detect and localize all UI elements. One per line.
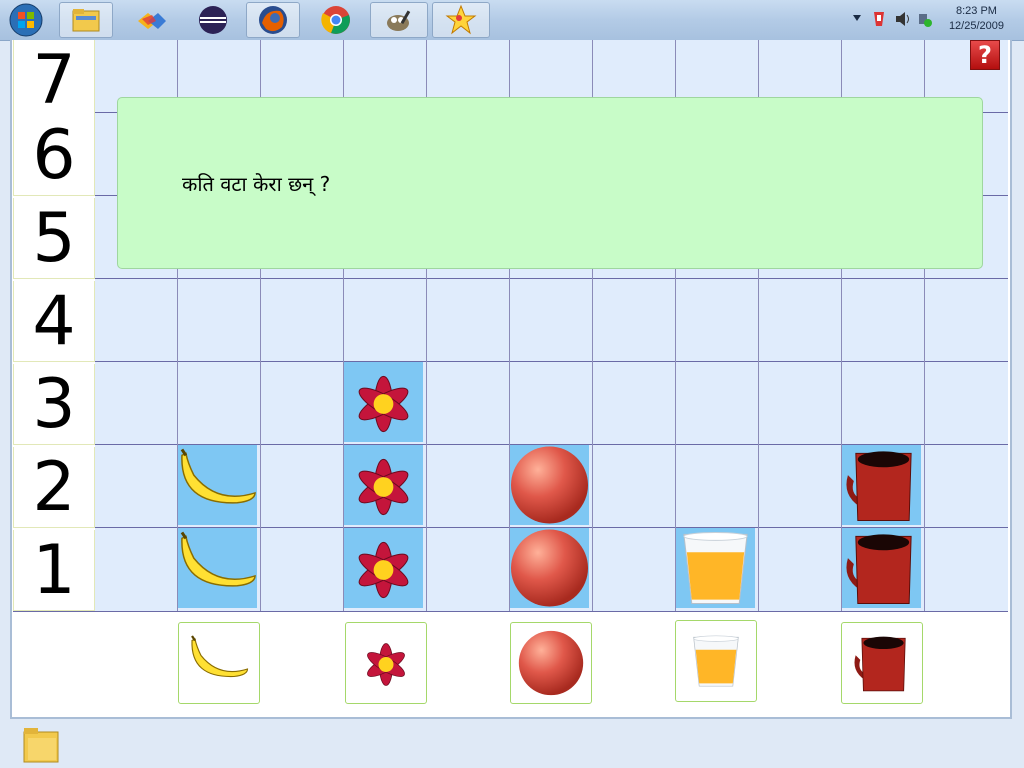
taskbar: 8:23 PM 12/25/2009 [0,0,1024,41]
bar-cell-juice [676,528,755,608]
baseline [13,611,1008,612]
question-box: कति वटा केरा छन् ? [117,97,983,269]
gimp-icon [387,10,411,31]
juice-glass-icon [693,635,739,687]
bar-cell-flower [344,362,423,442]
choice-mug-button[interactable] [841,622,923,704]
volume-icon[interactable] [894,10,912,28]
banana-icon [180,531,256,587]
star-icon [445,4,477,35]
choice-banana-button[interactable] [178,622,260,704]
flower-icon [358,458,409,516]
network-icon[interactable] [916,10,934,28]
choice-juice-button[interactable] [675,620,757,702]
firefox-icon [259,6,287,34]
help-button[interactable]: ? [970,40,1000,70]
kite-icon [138,13,166,29]
y-label-1: 1 [13,530,95,611]
mug-icon [846,534,912,605]
childsplay-taskbar-button[interactable] [124,2,178,38]
mug-icon [846,451,912,522]
bar-cell-ball [510,528,589,608]
bar-cell-ball [510,445,589,525]
y-label-3: 3 [13,364,95,445]
question-text: कति वटा केरा छन् ? [182,172,331,196]
eclipse-taskbar-button[interactable] [186,2,240,38]
flower-icon [358,375,409,433]
start-button[interactable] [0,2,52,38]
banana-icon [191,635,249,678]
chrome-taskbar-button[interactable] [309,2,363,38]
clock-time: 8:23 PM [955,5,997,17]
y-axis-labels: 7 6 5 4 3 2 1 [13,40,95,611]
grid-line [95,278,1008,279]
ball-icon [510,446,589,524]
bar-cell-banana [178,528,257,608]
flower-icon [367,643,405,686]
mug-icon [854,636,906,692]
chrome-icon [321,6,350,34]
bar-cell-flower [344,528,423,608]
folder-icon [72,9,100,32]
choice-ball-button[interactable] [510,622,592,704]
banana-icon [180,448,256,504]
bar-cell-flower [344,445,423,525]
choice-flower-button[interactable] [345,622,427,704]
juice-glass-icon [683,531,748,605]
windows-orb-icon [9,3,43,37]
y-label-7: 7 [13,40,95,121]
gimp-taskbar-button[interactable] [370,2,428,38]
bar-cell-mug [842,528,921,608]
system-tray: 8:23 PM 12/25/2009 [834,0,1024,40]
clock-date: 12/25/2009 [948,20,1004,32]
flower-icon [358,541,409,599]
ball-icon [518,630,584,696]
grid-line [95,361,1008,362]
explorer-taskbar-button[interactable] [59,2,113,38]
y-label-5: 5 [13,198,95,279]
show-hidden-icons-icon[interactable] [852,14,862,22]
ball-icon [510,529,589,607]
y-label-4: 4 [13,281,95,362]
firefox-taskbar-button[interactable] [246,2,300,38]
y-label-6: 6 [13,115,95,196]
bar-cell-mug [842,445,921,525]
action-center-icon[interactable] [872,10,886,28]
desktop-folder-icon[interactable] [20,724,64,764]
tuxmath-taskbar-button[interactable] [432,2,490,38]
eclipse-icon [199,6,227,34]
bar-cell-banana [178,445,257,525]
clock[interactable]: 8:23 PM 12/25/2009 [949,4,1004,34]
y-label-2: 2 [13,447,95,528]
